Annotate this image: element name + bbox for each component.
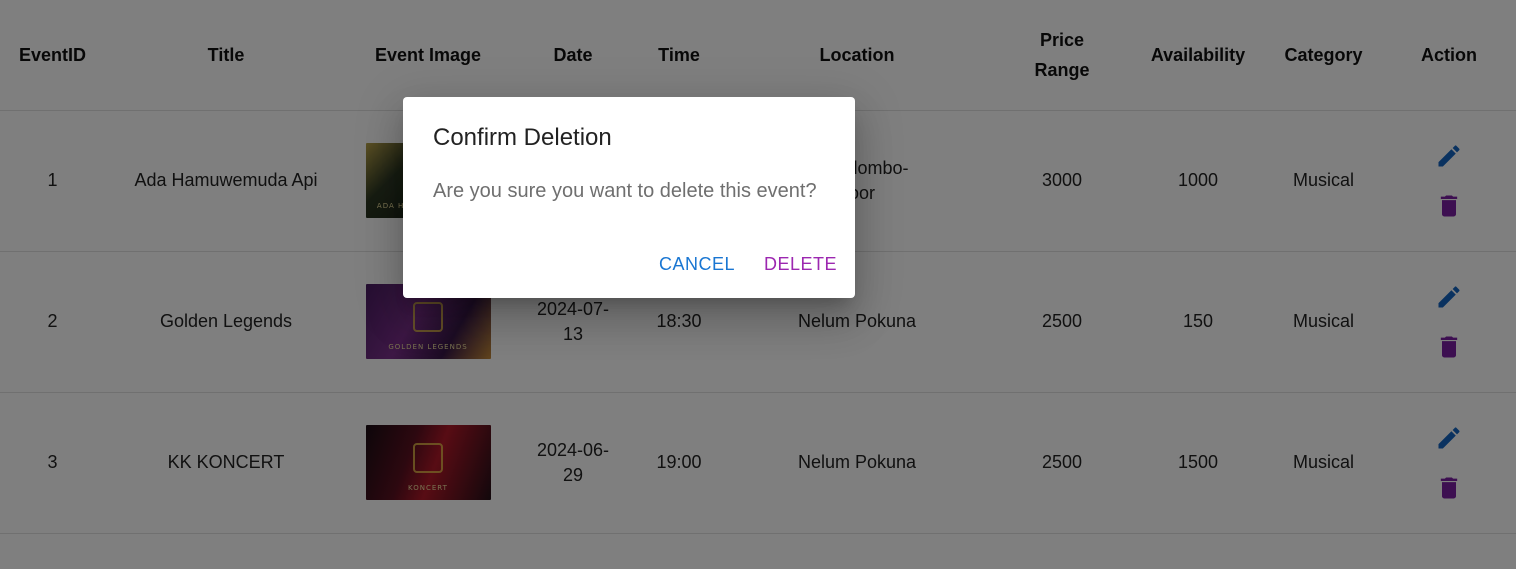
events-page: EventID Title Event Image Date Time Loca…	[0, 0, 1516, 569]
delete-button[interactable]: DELETE	[764, 249, 837, 279]
cancel-button[interactable]: CANCEL	[659, 249, 735, 279]
dialog-title: Confirm Deletion	[433, 124, 612, 151]
dialog-message: Are you sure you want to delete this eve…	[433, 180, 817, 202]
confirm-deletion-dialog: Confirm Deletion Are you sure you want t…	[403, 97, 855, 298]
